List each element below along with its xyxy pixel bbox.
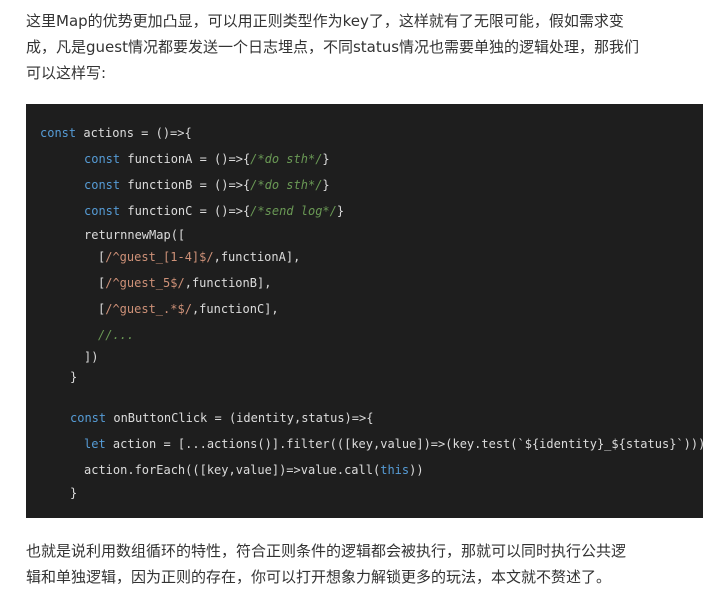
code-line: const functionC = ()=>{/*send log*/} (84, 204, 345, 218)
code-line: [/^guest_[1-4]$/,functionA], (98, 250, 301, 264)
intro-paragraph: 这里Map的优势更加凸显，可以用正则类型作为key了，这样就有了无限可能，假如需… (26, 12, 640, 82)
outro-paragraph: 也就是说利用数组循环的特性，符合正则条件的逻辑都会被执行，那就可以同时执行公共逻… (26, 542, 627, 586)
code-line: } (70, 486, 78, 500)
code-line: const functionA = ()=>{/*do sth*/} (84, 152, 330, 166)
code-line: action.forEach(([key,value])=>value.call… (84, 463, 424, 477)
code-block: const actions = ()=>{ const functionA = … (26, 104, 703, 518)
code-line: [/^guest_.*$/,functionC], (98, 302, 279, 316)
code-line: } (70, 370, 78, 384)
code-line: //... (98, 328, 135, 342)
code-line: const onButtonClick = (identity,status)=… (70, 411, 374, 425)
code-line: ]) (84, 350, 99, 364)
code-line: const actions = ()=>{ (40, 126, 192, 140)
code-line: [/^guest_5$/,functionB], (98, 276, 272, 290)
code-line: const functionB = ()=>{/*do sth*/} (84, 178, 330, 192)
code-line: returnnewMap([ (84, 228, 186, 242)
code-line: let action = [...actions()].filter(([key… (84, 437, 703, 451)
